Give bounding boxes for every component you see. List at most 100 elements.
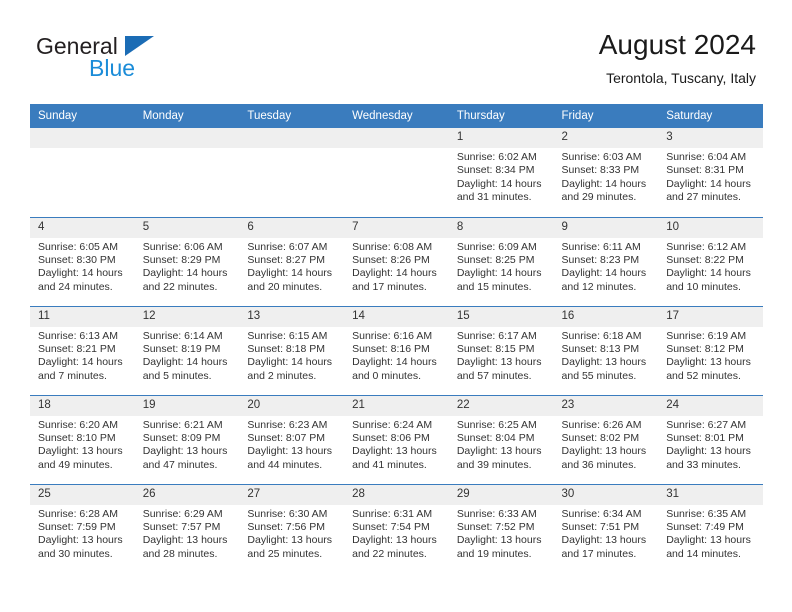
calendar-day-cell[interactable]: 17 Sunrise: 6:19 AM Sunset: 8:12 PM Dayligh…: [658, 305, 763, 395]
day-cell-inner: 4 Sunrise: 6:05 AM Sunset: 8:30 PM Daylight…: [30, 217, 135, 306]
day-number: 12: [134, 306, 240, 327]
calendar-day-cell[interactable]: 3 Sunrise: 6:04 AM Sunset: 8:31 PM Daylight…: [658, 128, 763, 217]
calendar-day-cell[interactable]: 13 Sunrise: 6:15 AM Sunset: 8:18 PM Dayligh…: [239, 305, 345, 395]
daylight-text-line1: Daylight: 13 hours: [666, 534, 751, 547]
day-number: 26: [134, 484, 240, 505]
sunset-text: Sunset: 7:52 PM: [456, 520, 535, 533]
sun-info: Sunrise: 6:28 AM Sunset: 7:59 PM Daylight:…: [30, 505, 135, 562]
day-number: 4: [30, 217, 135, 238]
weekday-header-wednesday: Wednesday: [344, 104, 449, 128]
daylight-text-line1: Daylight: 13 hours: [561, 534, 647, 547]
weekday-header-sunday: Sunday: [30, 104, 135, 128]
calendar-day-cell[interactable]: 26 Sunrise: 6:29 AM Sunset: 7:57 PM Dayligh…: [134, 483, 240, 573]
sunrise-text: Sunrise: 6:30 AM: [247, 507, 328, 520]
calendar-day-cell[interactable]: 20 Sunrise: 6:23 AM Sunset: 8:07 PM Dayligh…: [239, 394, 345, 484]
day-number: 6: [239, 217, 345, 238]
calendar-day-cell[interactable]: 6 Sunrise: 6:07 AM Sunset: 8:27 PM Daylight…: [239, 216, 345, 306]
calendar-day-cell[interactable]: 7 Sunrise: 6:08 AM Sunset: 8:26 PM Daylight…: [344, 216, 449, 306]
day-cell-inner: [134, 128, 240, 217]
daylight-text-line1: Daylight: 14 hours: [38, 267, 123, 280]
calendar-day-cell[interactable]: 18 Sunrise: 6:20 AM Sunset: 8:10 PM Dayligh…: [30, 394, 135, 484]
sun-info: Sunrise: 6:05 AM Sunset: 8:30 PM Daylight:…: [30, 238, 135, 295]
daylight-text-line1: Daylight: 13 hours: [666, 356, 751, 369]
calendar-day-cell[interactable]: 11 Sunrise: 6:13 AM Sunset: 8:21 PM Dayligh…: [30, 305, 135, 395]
calendar-day-cell[interactable]: 5 Sunrise: 6:06 AM Sunset: 8:29 PM Daylight…: [134, 216, 240, 306]
day-cell-inner: [239, 128, 345, 217]
day-cell-inner: 24 Sunrise: 6:27 AM Sunset: 8:01 PM Dayligh…: [658, 395, 763, 484]
daylight-text-line1: Daylight: 14 hours: [142, 356, 228, 369]
day-cell-inner: 9 Sunrise: 6:11 AM Sunset: 8:23 PM Daylight…: [553, 217, 659, 306]
day-cell-inner: 21 Sunrise: 6:24 AM Sunset: 8:06 PM Dayligh…: [344, 395, 449, 484]
day-cell-inner: 12 Sunrise: 6:14 AM Sunset: 8:19 PM Dayligh…: [134, 306, 240, 395]
calendar-day-cell[interactable]: 2 Sunrise: 6:03 AM Sunset: 8:33 PM Daylight…: [553, 128, 659, 217]
sunset-text: Sunset: 8:19 PM: [142, 342, 221, 355]
calendar-day-cell[interactable]: 29 Sunrise: 6:33 AM Sunset: 7:52 PM Dayligh…: [448, 483, 554, 574]
weekday-header-tuesday: Tuesday: [239, 104, 345, 128]
daylight-text-line2: and 7 minutes.: [38, 369, 107, 382]
sunset-text: Sunset: 8:22 PM: [666, 253, 744, 266]
calendar-day-cell[interactable]: 4 Sunrise: 6:05 AM Sunset: 8:30 PM Daylight…: [30, 216, 135, 306]
calendar-week-row: 4 Sunrise: 6:05 AM Sunset: 8:30 PM Daylight…: [30, 216, 763, 306]
daylight-text-line1: Daylight: 13 hours: [352, 445, 437, 458]
calendar-day-cell[interactable]: 24 Sunrise: 6:27 AM Sunset: 8:01 PM Dayligh…: [658, 394, 763, 484]
title-block: August 2024 Terontola, Tuscany, Italy: [599, 28, 756, 88]
calendar-day-cell[interactable]: 10 Sunrise: 6:12 AM Sunset: 8:22 PM Dayligh…: [658, 216, 763, 306]
daylight-text-line2: and 28 minutes.: [142, 547, 218, 560]
daylight-text-line1: Daylight: 13 hours: [666, 445, 751, 458]
day-number: 23: [553, 395, 659, 416]
daylight-text-line2: and 29 minutes.: [561, 191, 637, 204]
day-cell-inner: 14 Sunrise: 6:16 AM Sunset: 8:16 PM Dayligh…: [344, 306, 449, 395]
day-cell-inner: 29 Sunrise: 6:33 AM Sunset: 7:52 PM Dayligh…: [448, 484, 554, 574]
day-number: 20: [239, 395, 345, 416]
calendar-day-cell[interactable]: 23 Sunrise: 6:26 AM Sunset: 8:02 PM Dayligh…: [553, 394, 659, 484]
daylight-text-line2: and 39 minutes.: [456, 458, 532, 471]
day-cell-inner: [30, 128, 135, 217]
calendar-day-cell[interactable]: 1 Sunrise: 6:02 AM Sunset: 8:34 PM Daylight…: [448, 128, 554, 217]
sunset-text: Sunset: 8:07 PM: [247, 431, 326, 444]
calendar-day-cell[interactable]: 15 Sunrise: 6:17 AM Sunset: 8:15 PM Dayligh…: [448, 305, 554, 395]
sunset-text: Sunset: 8:12 PM: [666, 342, 744, 355]
weekday-header-saturday: Saturday: [658, 104, 763, 128]
sunrise-text: Sunrise: 6:07 AM: [247, 240, 328, 253]
day-number: 21: [344, 395, 449, 416]
sun-info: Sunrise: 6:24 AM Sunset: 8:06 PM Daylight:…: [344, 416, 449, 473]
daylight-text-line1: Daylight: 13 hours: [456, 445, 542, 458]
sunset-text: Sunset: 7:56 PM: [247, 520, 326, 533]
sun-info: Sunrise: 6:23 AM Sunset: 8:07 PM Daylight:…: [239, 416, 344, 473]
sun-info: Sunrise: 6:30 AM Sunset: 7:56 PM Daylight:…: [239, 505, 344, 562]
calendar-day-cell[interactable]: 22 Sunrise: 6:25 AM Sunset: 8:04 PM Dayligh…: [448, 394, 554, 484]
sunrise-text: Sunrise: 6:02 AM: [456, 151, 537, 163]
calendar-day-cell[interactable]: 25 Sunrise: 6:28 AM Sunset: 7:59 PM Dayligh…: [30, 483, 135, 573]
calendar-day-cell[interactable]: 9 Sunrise: 6:11 AM Sunset: 8:23 PM Daylight…: [553, 216, 659, 306]
day-number: [344, 128, 449, 148]
day-cell-inner: 7 Sunrise: 6:08 AM Sunset: 8:26 PM Daylight…: [344, 217, 449, 306]
sunrise-text: Sunrise: 6:34 AM: [561, 507, 642, 520]
calendar-week-row: 18 Sunrise: 6:20 AM Sunset: 8:10 PM Dayligh…: [30, 394, 763, 484]
calendar-day-cell[interactable]: 27 Sunrise: 6:30 AM Sunset: 7:56 PM Dayligh…: [239, 483, 345, 573]
sunrise-text: Sunrise: 6:24 AM: [352, 418, 433, 431]
day-number: 5: [134, 217, 240, 238]
sun-info: Sunrise: 6:11 AM Sunset: 8:23 PM Daylight:…: [554, 238, 659, 295]
sun-info: Sunrise: 6:19 AM Sunset: 8:12 PM Daylight:…: [658, 327, 763, 384]
sunset-text: Sunset: 8:30 PM: [38, 253, 116, 266]
generalblue-logo[interactable]: General Blue: [36, 33, 236, 89]
sunset-text: Sunset: 8:01 PM: [666, 431, 744, 444]
sunset-text: Sunset: 8:13 PM: [561, 342, 640, 355]
daylight-text-line1: Daylight: 13 hours: [456, 356, 542, 369]
sunset-text: Sunset: 8:31 PM: [666, 164, 744, 177]
calendar-day-cell[interactable]: 28 Sunrise: 6:31 AM Sunset: 7:54 PM Dayligh…: [344, 483, 449, 573]
calendar-day-cell[interactable]: 12 Sunrise: 6:14 AM Sunset: 8:19 PM Dayligh…: [134, 305, 240, 395]
sun-info: Sunrise: 6:14 AM Sunset: 8:19 PM Daylight:…: [135, 327, 240, 384]
day-number: 3: [658, 128, 763, 148]
calendar-day-cell[interactable]: 16 Sunrise: 6:18 AM Sunset: 8:13 PM Dayligh…: [553, 305, 659, 395]
calendar-day-cell[interactable]: 31 Sunrise: 6:35 AM Sunset: 7:49 PM Dayligh…: [658, 483, 763, 573]
calendar-day-cell[interactable]: 8 Sunrise: 6:09 AM Sunset: 8:25 PM Daylight…: [448, 216, 554, 306]
daylight-text-line1: Daylight: 14 hours: [142, 267, 228, 280]
calendar-day-cell[interactable]: 30 Sunrise: 6:34 AM Sunset: 7:51 PM Dayligh…: [553, 483, 659, 573]
sunrise-text: Sunrise: 6:06 AM: [142, 240, 223, 253]
sunrise-text: Sunrise: 6:14 AM: [142, 329, 223, 342]
calendar-day-cell[interactable]: 19 Sunrise: 6:21 AM Sunset: 8:09 PM Dayligh…: [134, 394, 240, 484]
calendar-day-cell[interactable]: 14 Sunrise: 6:16 AM Sunset: 8:16 PM Dayligh…: [344, 305, 449, 395]
calendar-day-cell[interactable]: 21 Sunrise: 6:24 AM Sunset: 8:06 PM Dayligh…: [344, 394, 449, 484]
daylight-text-line2: and 57 minutes.: [456, 369, 532, 382]
